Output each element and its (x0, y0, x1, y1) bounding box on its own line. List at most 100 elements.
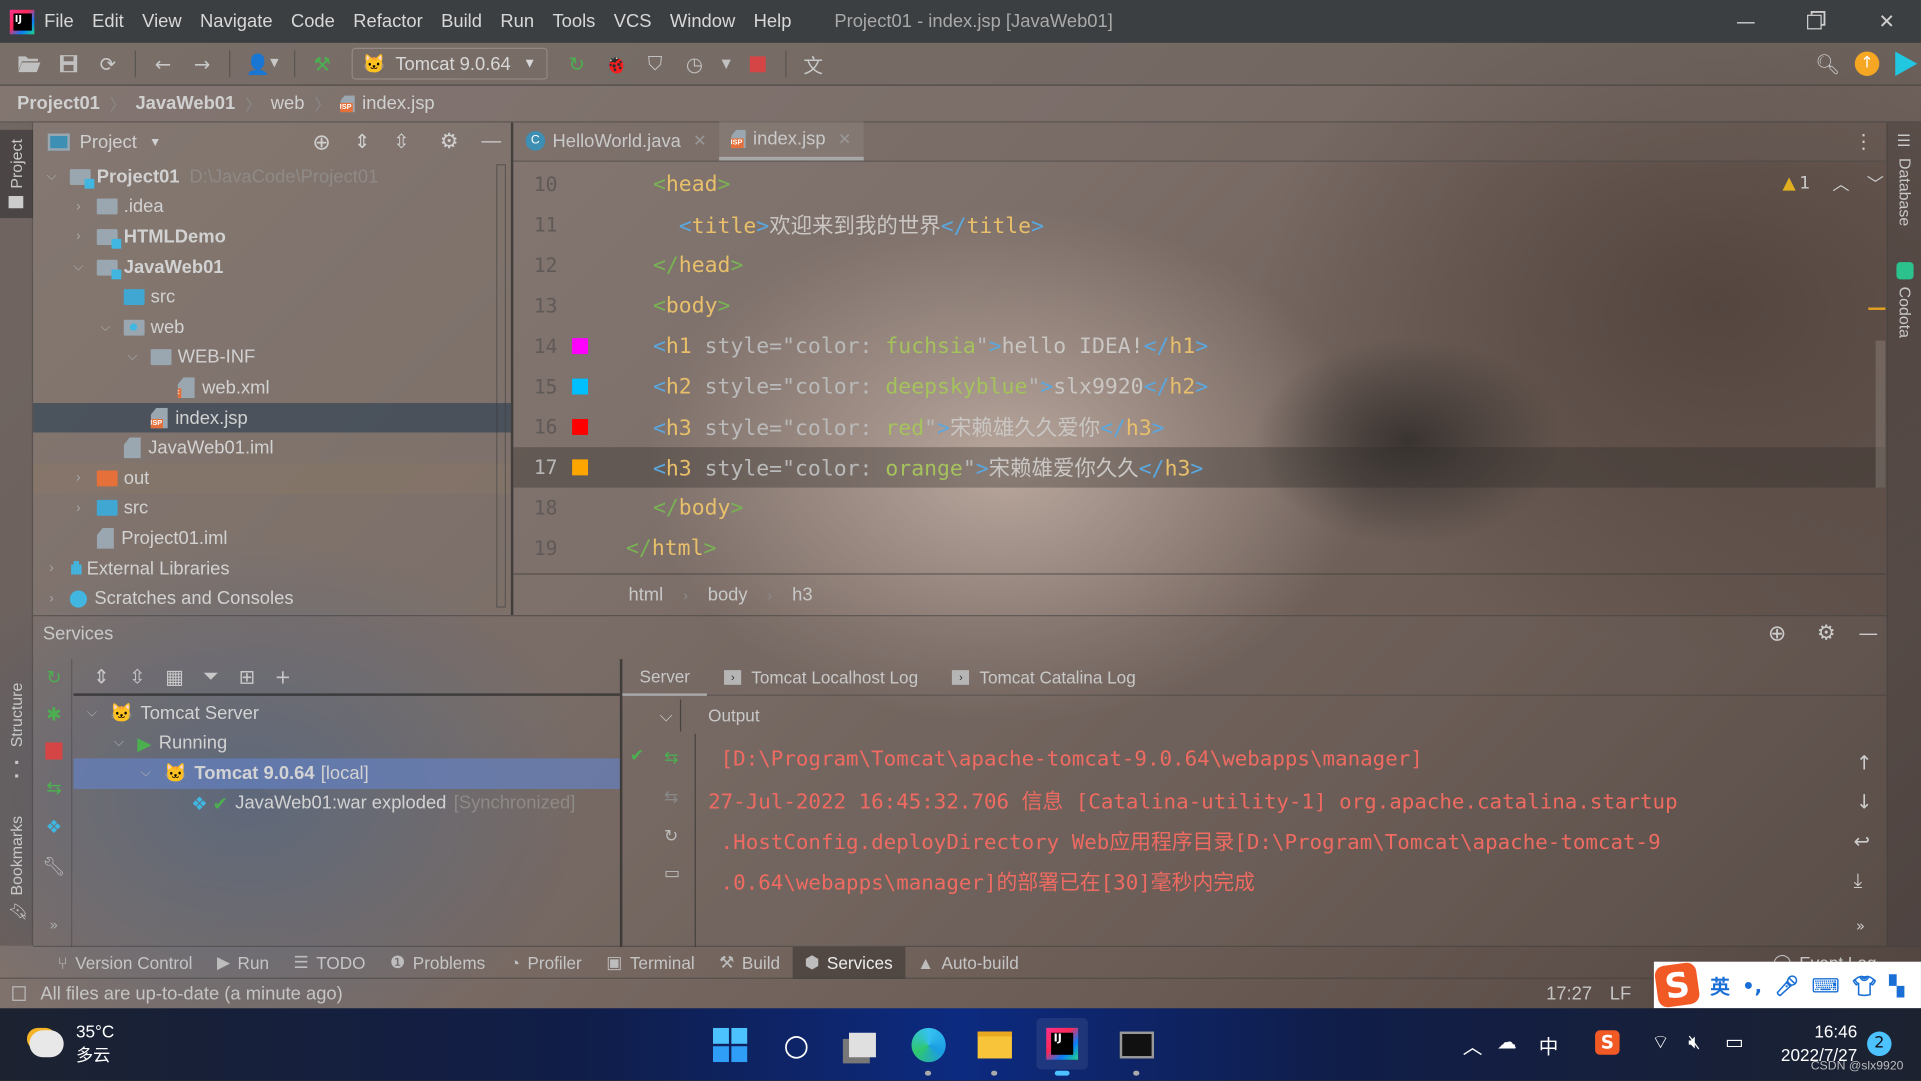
service-running-group[interactable]: ⌵ ▶ Running (74, 728, 620, 758)
expand-all-icon[interactable]: ⇕ (93, 665, 109, 688)
menu-tools[interactable]: Tools (552, 11, 595, 32)
tree-item-out[interactable]: › out (33, 463, 511, 494)
code-with-me-icon[interactable] (1893, 50, 1920, 77)
artifact-icon[interactable]: ❖ (43, 816, 65, 838)
color-swatch-icon[interactable] (572, 338, 589, 355)
service-artifact[interactable]: ❖ ✔ JavaWeb01:war exploded [Synchronized… (74, 788, 620, 818)
color-swatch-icon[interactable] (572, 378, 589, 395)
tree-item-project01[interactable]: ⌵ Project01 D:\JavaCode\Project01 (33, 162, 511, 192)
tree-item-project01-iml[interactable]: Project01.iml (33, 523, 511, 553)
line-number[interactable]: 12 (513, 254, 558, 277)
tool-tab-todo[interactable]: ☰ TODO (281, 946, 377, 978)
chevron-down-icon[interactable]: ⌵ (137, 765, 154, 781)
keyboard-icon[interactable]: ⌨ (1811, 973, 1839, 996)
code-line[interactable]: 12 </head> (513, 245, 1885, 285)
tab-server[interactable]: Server (622, 658, 708, 696)
coverage-icon[interactable]: ⛉ (642, 50, 669, 77)
undeploy-icon[interactable]: ⇆ (664, 788, 678, 808)
build-hammer-icon[interactable]: ⚒ (309, 50, 336, 77)
tab-tomcat-localhost-log[interactable]: › Tomcat Localhost Log (707, 658, 935, 695)
tree-item-javaweb01[interactable]: ⌵ JavaWeb01 (33, 252, 511, 282)
project-scrollbar[interactable] (496, 164, 506, 608)
start-button[interactable] (711, 1025, 750, 1064)
taskbar-terminal[interactable] (1117, 1025, 1156, 1064)
open-browser-icon[interactable]: ▭ (664, 864, 680, 884)
refresh-icon[interactable]: ↻ (664, 827, 678, 847)
server-log-output[interactable]: [D:\Program\Tomcat\apache-tomcat-9.0.64\… (708, 739, 1847, 901)
notification-badge[interactable]: 2 (1867, 1031, 1892, 1057)
sync-icon[interactable]: ⟳ (94, 50, 121, 77)
tool-tab-run[interactable]: ▶ Run (205, 946, 282, 978)
tool-tab-profiler[interactable]: ◔ Profiler (497, 946, 594, 978)
menu-build[interactable]: Build (441, 11, 482, 32)
chevron-down-icon[interactable]: ⌵ (83, 705, 100, 721)
scroll-to-end-icon[interactable]: ⤓ (1854, 869, 1863, 894)
menu-run[interactable]: Run (500, 11, 534, 32)
soft-wrap-icon[interactable]: ↩ (1854, 829, 1870, 852)
close-tab-icon[interactable]: ✕ (693, 131, 706, 151)
sogou-logo-icon[interactable]: S (1653, 961, 1701, 1009)
tree-item-web-inf[interactable]: ⌵ WEB-INF (33, 342, 511, 372)
debug-icon[interactable]: 🐞 (603, 50, 630, 77)
weather-widget[interactable]: 35°C 多云 (29, 1021, 114, 1068)
taskbar-file-explorer[interactable] (975, 1025, 1014, 1064)
collapse-all-icon[interactable]: ⇳ (129, 665, 145, 688)
expand-all-icon[interactable]: ⇕ (354, 130, 370, 155)
gear-icon[interactable]: ⚙ (1817, 621, 1836, 646)
tree-item-index-jsp[interactable]: JSP index.jsp (33, 402, 511, 433)
toolbox-icon[interactable]: ▚ (1889, 973, 1904, 996)
open-folder-icon[interactable] (16, 50, 43, 77)
debug-icon[interactable]: ✱ (43, 703, 65, 725)
tree-item-javaweb01-iml[interactable]: JavaWeb01.iml (33, 433, 511, 463)
collapse-all-icon[interactable]: ⇳ (393, 130, 409, 155)
new-tab-icon[interactable]: ⊞ (239, 665, 255, 688)
breadcrumb-module[interactable]: JavaWeb01 (135, 93, 235, 114)
chevron-down-icon[interactable]: ⌵ (70, 259, 87, 275)
microphone-icon[interactable]: 🎤︎ (1774, 973, 1799, 996)
gear-icon[interactable]: ⚙ (440, 130, 459, 155)
more-run-options-icon[interactable]: ▼ (720, 50, 732, 77)
tree-item-idea[interactable]: › .idea (33, 192, 511, 222)
more-icon[interactable]: » (1856, 918, 1865, 935)
line-number[interactable]: 18 (513, 496, 558, 519)
code-line[interactable]: 18 </body> (513, 488, 1885, 528)
deployment-selector[interactable]: ⌵ (640, 699, 682, 732)
forward-arrow-icon[interactable]: → (189, 50, 216, 77)
stop-icon[interactable] (745, 50, 772, 77)
chevron-right-icon[interactable]: › (70, 501, 87, 516)
chevron-down-icon[interactable]: ⌵ (124, 350, 141, 366)
code-line[interactable]: 13 <body> (513, 285, 1885, 325)
save-icon[interactable] (55, 50, 82, 77)
tool-tab-build[interactable]: ⚒ Build (707, 946, 792, 978)
chevron-down-icon[interactable]: ⌵ (110, 735, 127, 751)
line-number[interactable]: 17 (513, 456, 558, 479)
color-swatch-icon[interactable] (572, 459, 589, 476)
code-line[interactable]: 16 <h3 style="color: red">宋赖雄久久爱你</h3> (513, 407, 1885, 447)
vcs-user-icon[interactable]: 👤 ▼ (244, 50, 281, 77)
skin-icon[interactable]: 👕︎ (1852, 973, 1877, 996)
line-number[interactable]: 11 (513, 213, 558, 236)
profile-icon[interactable]: ◷ (681, 50, 708, 77)
tree-item-src[interactable]: › src (33, 493, 511, 523)
onedrive-icon[interactable]: ☁ (1497, 1030, 1517, 1053)
ime-mode-toggle[interactable]: 英 (1710, 970, 1730, 999)
chevron-down-icon[interactable]: ⌵ (43, 169, 60, 185)
volume-muted-icon[interactable]: 🔇︎ (1688, 1030, 1700, 1055)
battery-charging-icon[interactable]: ▭ (1725, 1030, 1744, 1053)
menu-help[interactable]: Help (754, 11, 792, 32)
deploy-icon[interactable]: ⇆ (664, 749, 678, 769)
chevron-right-icon[interactable]: › (70, 471, 87, 486)
search-button[interactable]: ○ (777, 1025, 816, 1064)
chevron-right-icon[interactable]: › (70, 200, 87, 215)
hide-panel-icon[interactable]: — (481, 131, 501, 153)
service-tomcat-instance[interactable]: ⌵ 🐱 Tomcat 9.0.64 [local] (73, 758, 620, 789)
scroll-up-icon[interactable]: ↑ (1856, 751, 1872, 774)
input-language[interactable]: 中 (1539, 1030, 1559, 1059)
breadcrumb-file[interactable]: index.jsp (362, 93, 435, 114)
line-number[interactable]: 13 (513, 294, 558, 317)
punctuation-icon[interactable]: •, (1742, 973, 1762, 996)
tab-tomcat-catalina-log[interactable]: › Tomcat Catalina Log (935, 658, 1153, 695)
color-swatch-icon[interactable] (572, 418, 589, 435)
tree-item-web[interactable]: ⌵ web (33, 312, 511, 342)
service-tomcat-server[interactable]: ⌵ 🐱 Tomcat Server (74, 698, 620, 728)
